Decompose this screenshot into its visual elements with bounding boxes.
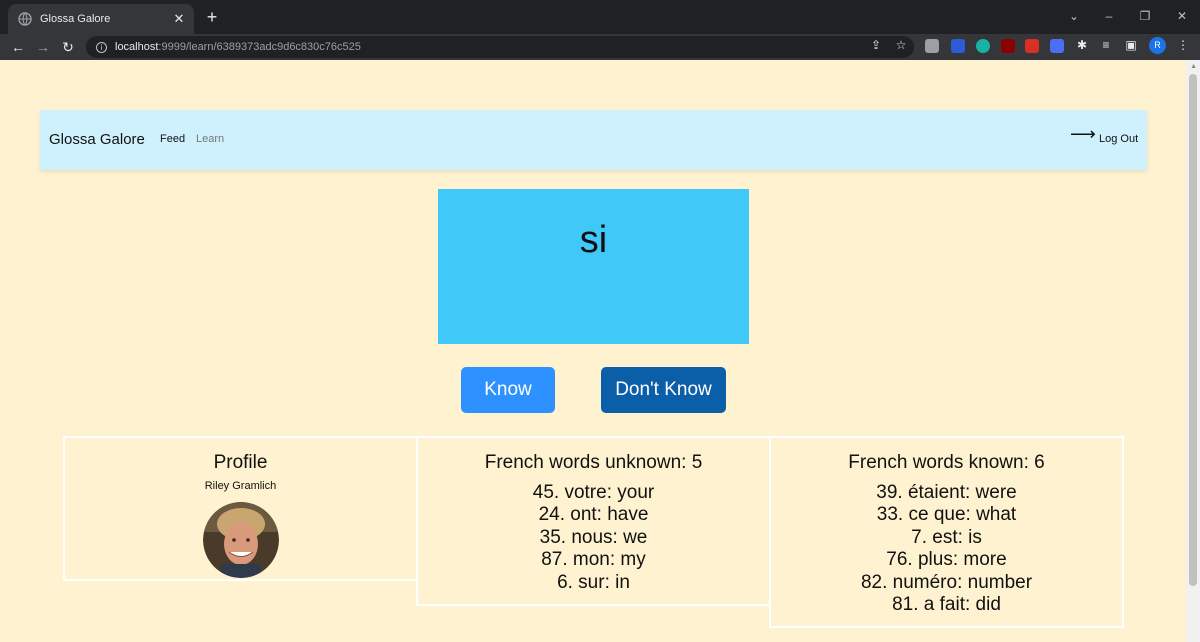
nav-link-feed[interactable]: Feed: [160, 133, 185, 145]
window-close-icon[interactable]: ✕: [1174, 8, 1190, 24]
list-item: 81. a fait: did: [892, 594, 1001, 616]
url-host: localhost: [115, 41, 159, 53]
browser-tab-strip: Glossa Galore ✕ + ⌄ – ❐ ✕: [0, 0, 1200, 34]
share-icon[interactable]: ⇪: [868, 37, 884, 53]
forward-icon[interactable]: →: [34, 38, 52, 56]
extension-m-icon[interactable]: [976, 39, 990, 53]
list-item: 35. nous: we: [539, 526, 648, 548]
extension-icon[interactable]: [925, 39, 939, 53]
known-words-list: 39. étaient: were 33. ce que: what 7. es…: [771, 482, 1122, 616]
restore-icon[interactable]: ❐: [1137, 8, 1153, 24]
minimize-icon[interactable]: –: [1101, 8, 1117, 24]
logout-arrow-icon[interactable]: ⟶: [1070, 124, 1096, 145]
site-info-icon[interactable]: i: [96, 41, 107, 53]
page-scrollbar[interactable]: ▲: [1186, 60, 1200, 642]
unknown-words-list: 45. votre: your 24. ont: have 35. nous: …: [418, 482, 769, 594]
scroll-thumb[interactable]: [1189, 74, 1197, 586]
list-item: 82. numéro: number: [860, 571, 1033, 593]
url-path: :9999/learn/6389373adc9d6c830c76c525: [158, 41, 361, 53]
bookmark-star-icon[interactable]: ☆: [893, 37, 909, 53]
reload-icon[interactable]: ↻: [59, 38, 77, 56]
side-panel-icon[interactable]: ▣: [1123, 37, 1139, 53]
list-item: 24. ont: have: [538, 504, 649, 526]
logout-link[interactable]: Log Out: [1099, 133, 1138, 145]
extensions-puzzle-icon[interactable]: ✱: [1074, 37, 1090, 53]
flashcard-word: si: [579, 219, 608, 261]
profile-avatar-icon[interactable]: R: [1149, 37, 1166, 54]
scroll-up-icon[interactable]: ▲: [1190, 63, 1197, 70]
address-bar[interactable]: i localhost:9999/learn/6389373adc9d6c830…: [86, 36, 914, 58]
list-item: 39. étaient: were: [876, 482, 1017, 503]
brand-link[interactable]: Glossa Galore: [49, 131, 145, 148]
list-item: 76. plus: more: [886, 549, 1007, 571]
nav-link-learn[interactable]: Learn: [196, 133, 224, 145]
bitwarden-icon[interactable]: [951, 39, 965, 53]
list-item: 45. votre: your: [532, 482, 655, 503]
list-item: 7. est: is: [911, 526, 982, 548]
tab-title: Glossa Galore: [40, 13, 111, 25]
list-item: 87. mon: my: [541, 549, 646, 571]
new-tab-icon[interactable]: +: [203, 8, 221, 26]
tab-close-icon[interactable]: ✕: [172, 11, 186, 27]
tab-search-icon[interactable]: ⌄: [1066, 8, 1082, 24]
media-control-icon[interactable]: ≡: [1098, 37, 1114, 53]
know-button[interactable]: Know: [461, 367, 555, 413]
globe-icon: [18, 12, 32, 26]
unknown-words-panel: French words unknown: 5 45. votre: your …: [416, 436, 771, 606]
known-words-title: French words known: 6: [848, 452, 1045, 473]
browser-tab[interactable]: Glossa Galore ✕: [8, 4, 194, 34]
page-viewport: Glossa Galore Feed Learn ⟶ Log Out si Kn…: [0, 60, 1200, 642]
profile-panel: Profile Riley Gramlich: [63, 436, 418, 581]
ublock-icon[interactable]: [1001, 39, 1015, 53]
list-item: 6. sur: in: [557, 571, 630, 593]
back-icon[interactable]: ←: [9, 38, 27, 56]
browser-menu-icon[interactable]: ⋮: [1175, 37, 1191, 53]
flashcard: si: [438, 189, 749, 344]
known-words-panel: French words known: 6 39. étaient: were …: [769, 436, 1124, 628]
profile-title: Profile: [213, 452, 268, 473]
profile-name: Riley Gramlich: [204, 480, 277, 492]
app-navbar: Glossa Galore Feed Learn ⟶ Log Out: [40, 110, 1147, 170]
list-item: 33. ce que: what: [876, 504, 1017, 526]
pocket-icon[interactable]: [1025, 39, 1039, 53]
unknown-words-title: French words unknown: 5: [484, 452, 703, 473]
profile-photo: [202, 502, 279, 578]
extension-tools-icon[interactable]: [1050, 39, 1064, 53]
browser-toolbar: ← → ↻ i localhost:9999/learn/6389373adc9…: [0, 34, 1200, 60]
dont-know-button[interactable]: Don't Know: [601, 367, 726, 413]
